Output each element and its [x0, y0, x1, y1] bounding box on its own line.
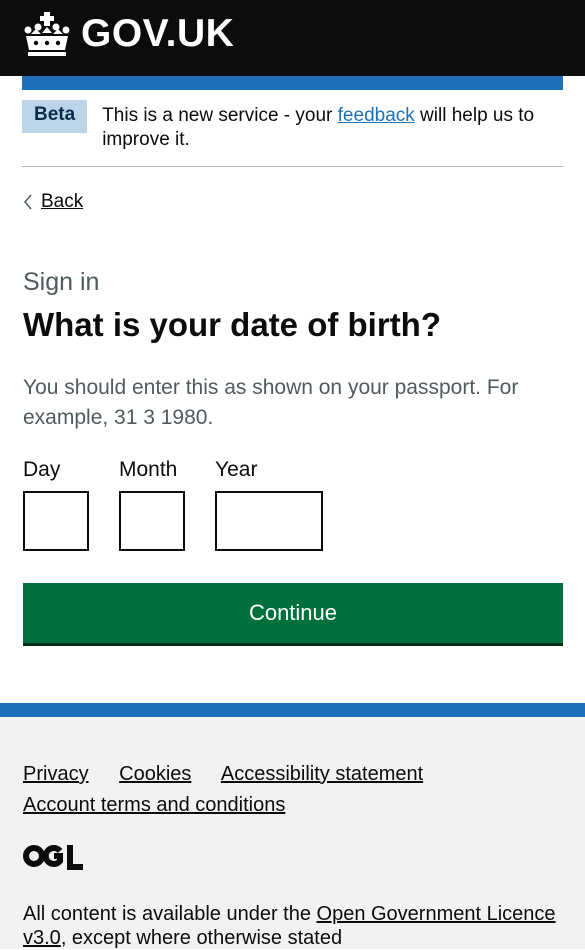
day-input[interactable] [23, 491, 89, 551]
month-input[interactable] [119, 491, 185, 551]
licence-text: All content is available under the Open … [23, 902, 563, 950]
govuk-header: GOV.UK [0, 0, 585, 76]
footer-link-privacy[interactable]: Privacy [23, 763, 89, 785]
header-stripe [22, 76, 563, 90]
footer-links: Privacy Cookies Accessibility statement … [23, 759, 563, 821]
day-group: Day [23, 458, 89, 551]
year-input[interactable] [215, 491, 323, 551]
ogl-logo [23, 845, 83, 870]
govuk-logo-text: GOV.UK [81, 12, 235, 55]
phase-banner: Beta This is a new service - your feedba… [22, 90, 563, 167]
phase-banner-text: This is a new service - your feedback wi… [102, 100, 563, 152]
year-group: Year [215, 458, 323, 551]
footer-link-accessibility[interactable]: Accessibility statement [221, 763, 423, 785]
footer-link-account-terms[interactable]: Account terms and conditions [23, 794, 285, 816]
hint-text: You should enter this as shown on your p… [23, 376, 519, 429]
licence-text-end: , except where otherwise stated [60, 927, 343, 949]
govuk-footer: Privacy Cookies Accessibility statement … [0, 703, 585, 949]
year-label: Year [215, 458, 258, 481]
day-label: Day [23, 458, 61, 481]
page-caption: Sign in [23, 268, 100, 296]
month-label: Month [119, 458, 178, 481]
continue-button[interactable]: Continue [23, 583, 563, 643]
month-group: Month [119, 458, 185, 551]
phase-text-start: This is a new service - your [102, 105, 338, 126]
page-title: What is your date of birth? [23, 306, 441, 343]
govuk-home-link[interactable]: GOV.UK [22, 10, 234, 58]
back-link-label: Back [41, 191, 84, 212]
crown-icon [24, 12, 70, 56]
footer-link-cookies[interactable]: Cookies [119, 763, 191, 785]
phase-tag: Beta [22, 100, 88, 133]
back-link[interactable]: Back [23, 191, 83, 213]
chevron-left-icon [24, 194, 32, 210]
feedback-link[interactable]: feedback [338, 105, 415, 126]
licence-text-start: All content is available under the [23, 903, 317, 925]
